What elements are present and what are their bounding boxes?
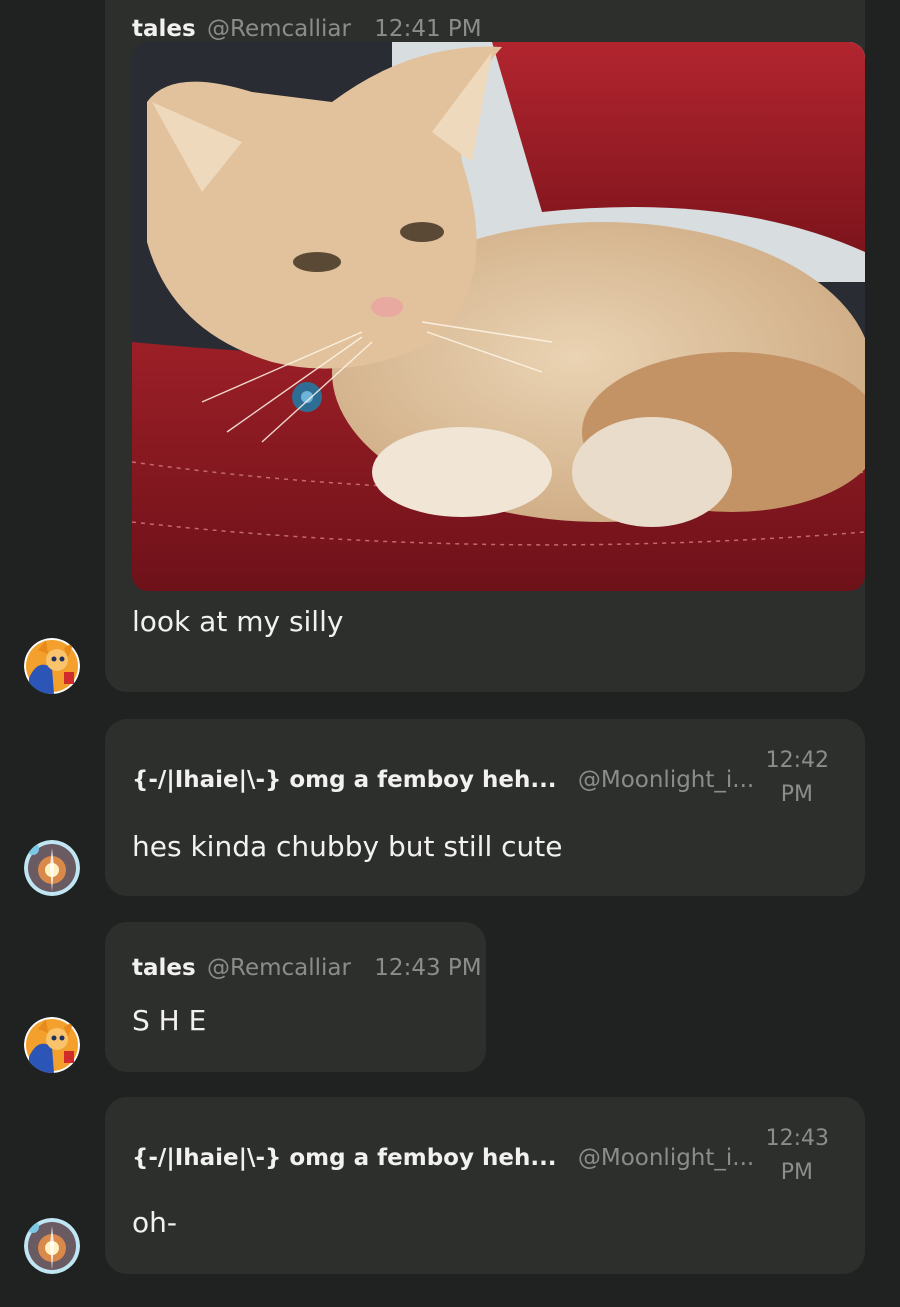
author-handle[interactable]: @Moonlight_i...	[578, 767, 754, 793]
message-feed: tales @Remcalliar 12:41 PM look at my si…	[0, 0, 900, 1307]
message-bubble[interactable]: tales @Remcalliar 12:43 PM S H E	[105, 922, 486, 1072]
timestamp-ampm: PM	[780, 1160, 813, 1185]
author-name[interactable]: {-/|Ihaie|\-} omg a femboy heh...	[132, 767, 557, 793]
message-bubble[interactable]: tales @Remcalliar 12:41 PM look at my si…	[105, 0, 865, 692]
message-text: S H E	[132, 1004, 207, 1037]
avatar[interactable]	[24, 1017, 80, 1073]
avatar[interactable]	[24, 840, 80, 896]
message-bubble[interactable]: {-/|Ihaie|\-} omg a femboy heh... @Moonl…	[105, 1097, 865, 1274]
message-header: {-/|Ihaie|\-} omg a femboy heh... @Moonl…	[132, 765, 754, 795]
message-header: {-/|Ihaie|\-} omg a femboy heh... @Moonl…	[132, 1143, 754, 1173]
cat-photo[interactable]	[132, 42, 865, 591]
message-text: look at my silly	[132, 605, 344, 638]
timestamp: 12:43 PM	[766, 1122, 829, 1190]
timestamp-ampm: PM	[780, 782, 813, 807]
avatar[interactable]	[24, 1218, 80, 1274]
timestamp: 12:42 PM	[766, 744, 829, 812]
author-name[interactable]: tales	[132, 955, 196, 981]
author-name[interactable]: {-/|Ihaie|\-} omg a femboy heh...	[132, 1145, 557, 1171]
avatar[interactable]	[24, 638, 80, 694]
author-handle[interactable]: @Moonlight_i...	[578, 1145, 754, 1171]
message-header: tales @Remcalliar 12:43 PM	[132, 953, 482, 983]
timestamp-time: 12:43	[765, 1126, 829, 1151]
author-name[interactable]: tales	[132, 16, 196, 42]
author-handle[interactable]: @Remcalliar	[207, 16, 351, 42]
message-text: oh-	[132, 1206, 177, 1239]
message-header: tales @Remcalliar 12:41 PM	[132, 14, 482, 44]
timestamp-time: 12:42	[765, 748, 829, 773]
author-handle[interactable]: @Remcalliar	[207, 955, 351, 981]
message-bubble[interactable]: {-/|Ihaie|\-} omg a femboy heh... @Moonl…	[105, 719, 865, 896]
timestamp: 12:43 PM	[374, 955, 482, 981]
message-text: hes kinda chubby but still cute	[132, 830, 563, 863]
timestamp: 12:41 PM	[374, 16, 482, 42]
